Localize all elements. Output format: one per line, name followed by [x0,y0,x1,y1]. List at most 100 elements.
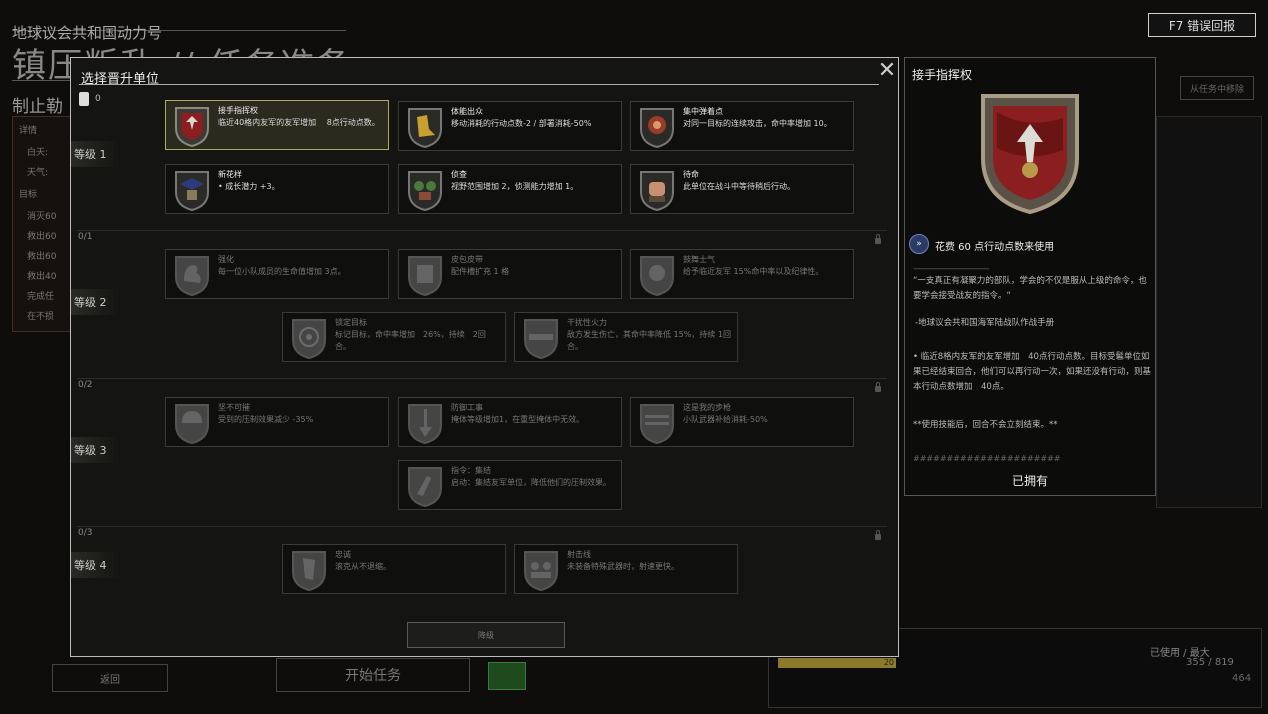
skill-card-reinforce[interactable]: 强化 每一位小队成员的生命值增加 3点。 [165,249,389,299]
skill-description: 临近40格内友军的友军增加 8点行动点数。 [218,118,380,127]
firing-line-icon [524,551,558,592]
tier-3-label: 等级 3 [71,437,121,463]
rally-icon [408,467,442,508]
detail-line: 白天: [27,148,49,158]
tier-divider [77,526,887,527]
tier-3-count: 0/2 [78,380,93,390]
skill-card-boost-morale[interactable]: 鼓舞士气 给予临近友军 15%命中率以及纪律性。 [630,249,854,299]
detail-divider: ---------------------------------------- [913,264,989,273]
skill-name: 强化 [218,255,234,264]
remove-from-mission-button[interactable]: 从任务中移除 [1180,76,1254,100]
detail-line: 消灭60 [27,212,57,222]
detail-line: 救出40 [27,272,57,282]
fist-icon [640,171,674,212]
skill-name: 射击线 [567,550,591,559]
gun-icon [524,319,558,360]
skill-description: 标记目标，命中率增加 26%，持续 2回合。 [335,330,486,351]
skill-card-lock-target[interactable]: 锁定目标 标记目标，命中率增加 26%，持续 2回合。 [282,312,506,362]
skill-card-loyalty[interactable]: 忠诚 滚克从不退缩。 [282,544,506,594]
skill-description: 视野范围增加 2，侦测能力增加 1。 [451,182,579,191]
skill-description: 配件槽扩充 1 格 [451,267,510,276]
quote-attribution: -地球议会共和国海军陆战队作战手册 [915,318,1055,328]
skill-card-athletic[interactable]: 体能出众 移动消耗的行动点数-2 / 部署消耗-50% [398,101,622,151]
skill-name: 坚不可摧 [218,403,250,412]
action-points-icon: » [909,234,929,254]
skill-card-suppressive-fire[interactable]: 干扰性火力 敌方发生伤亡，其命中率降低 15%，持续 1回合。 [514,312,738,362]
skill-card-focused-fire[interactable]: 集中弹着点 对同一目标的连续攻击，命中率增加 10。 [630,101,854,151]
start-mission-button[interactable]: 开始任务 [276,658,470,692]
detail-line: 天气: [27,168,49,178]
skill-description: • 成长潜力 +3。 [218,182,280,191]
skill-detail-panel: 接手指挥权 » 花费 60 点行动点数来使用 -----------------… [904,57,1156,496]
skill-description: 滚克从不退缩。 [335,562,391,571]
tier-divider [77,230,887,231]
skill-card-pouch-belt[interactable]: 皮包皮带 配件槽扩充 1 格 [398,249,622,299]
skill-name: 鼓舞士气 [683,255,715,264]
skill-name: 皮包皮带 [451,255,483,264]
skill-description: 未装备特殊武器时，射速更快。 [567,562,679,571]
banner-icon [981,94,1079,215]
skill-description: 此单位在战斗中等待稍后行动。 [683,182,795,191]
tier-4-label: 等级 4 [71,552,121,578]
squad-toggle-button[interactable] [488,662,526,690]
skill-card-fortify[interactable]: 防御工事 掩体等级增加1，在重型掩体中无效。 [398,397,622,447]
skill-name: 干扰性火力 [567,318,607,327]
skill-name: 指令：集结 [451,466,491,475]
skill-card-scout[interactable]: 侦查 视野范围增加 2，侦测能力增加 1。 [398,164,622,214]
skill-description: 敌方发生伤亡，其命中率降低 15%，持续 1回合。 [567,330,731,351]
detail-line: 完成任 [27,292,55,302]
back-button[interactable]: 返回 [52,664,168,692]
mission-heading: 制止勒 [12,97,63,117]
skill-effect: • 临近8格内友军的友军增加 40点行动点数。目标受鬈单位如果已经结束回合，他们… [913,352,1152,392]
skill-note: **使用技能后，回合不会立刻结束。** [913,420,1058,430]
detail-line: 在不损 [27,312,55,322]
lock-icon [875,382,881,392]
skill-description: 每一位小队成员的生命值增加 3点。 [218,267,346,276]
skill-name: 忠诚 [335,550,351,559]
skill-name: 待命 [683,170,699,179]
tier-2-label: 等级 2 [71,289,121,315]
skill-card-standby[interactable]: 待命 此单位在战斗中等待稍后行动。 [630,164,854,214]
detail-divider-hash: ###################### [913,454,1061,463]
loyalty-shield-icon [292,551,326,592]
close-icon[interactable]: ✕ [877,60,897,82]
skill-card-my-rifle[interactable]: 这是我的步枪 小队武器补给消耗-50% [630,397,854,447]
target-soldier-icon [640,108,674,149]
skill-card-firing-line[interactable]: 射击线 未装备特殊武器时，射速更快。 [514,544,738,594]
skill-name: 这是我的步枪 [683,403,731,412]
skill-description: 掩体等级增加1，在重型掩体中无效。 [451,415,585,424]
skill-description: 启动：集结友军单位，降低他们的压制效果。 [451,478,611,487]
skill-name: 体能出众 [451,107,483,116]
skill-description: 小队武器补给消耗-50% [683,415,768,424]
graduation-cap-icon [175,171,209,212]
crosshair-icon [292,319,326,360]
skill-card-rally[interactable]: 指令：集结 启动：集结友军单位，降低他们的压制效果。 [398,460,622,510]
skill-name: 接手指挥权 [218,106,258,115]
usage-value: 355 / 819 [1186,657,1234,668]
skill-card-take-command[interactable]: 接手指挥权 临近40格内友军的友军增加 8点行动点数。 [165,100,389,150]
flavor-quote: “一支真正有凝聚力的部队，学会的不仅是服从上级的命令，也要学会接受战友的指令。“ [913,276,1147,301]
skill-name: 新花样 [218,170,242,179]
tier-4-count: 0/3 [78,528,93,538]
skill-card-unbreakable[interactable]: 坚不可摧 受到的压制效果减少 -35% [165,397,389,447]
usage-bar-value: 20 [883,658,894,667]
usage-value-secondary: 464 [1232,673,1252,684]
helmet-icon [175,404,209,445]
skill-name: 集中弹着点 [683,107,723,116]
banner-icon [175,107,209,148]
demote-button[interactable]: 降级 [407,622,565,648]
detail-line: 救出60 [27,232,57,242]
scout-icon [408,171,442,212]
belt-pouch-icon [408,256,442,297]
skill-card-new-tricks[interactable]: 新花样 • 成长潜力 +3。 [165,164,389,214]
shovel-icon [408,404,442,445]
skill-name: 防御工事 [451,403,483,412]
skill-description: 对同一目标的连续攻击，命中率增加 10。 [683,119,832,128]
morale-icon [640,256,674,297]
skill-name: 侦查 [451,170,467,179]
detail-line: 目标 [19,190,38,200]
skill-description: 移动消耗的行动点数-2 / 部署消耗-50% [451,119,592,128]
promotion-dialog: 选择晋升单位 ✕ 0 等级 1 0/1 等级 2 0/2 等级 3 0/3 等级… [70,57,899,657]
error-report-button[interactable]: F7 错误回报 [1148,13,1256,37]
skill-description: 受到的压制效果减少 -35% [218,415,314,424]
